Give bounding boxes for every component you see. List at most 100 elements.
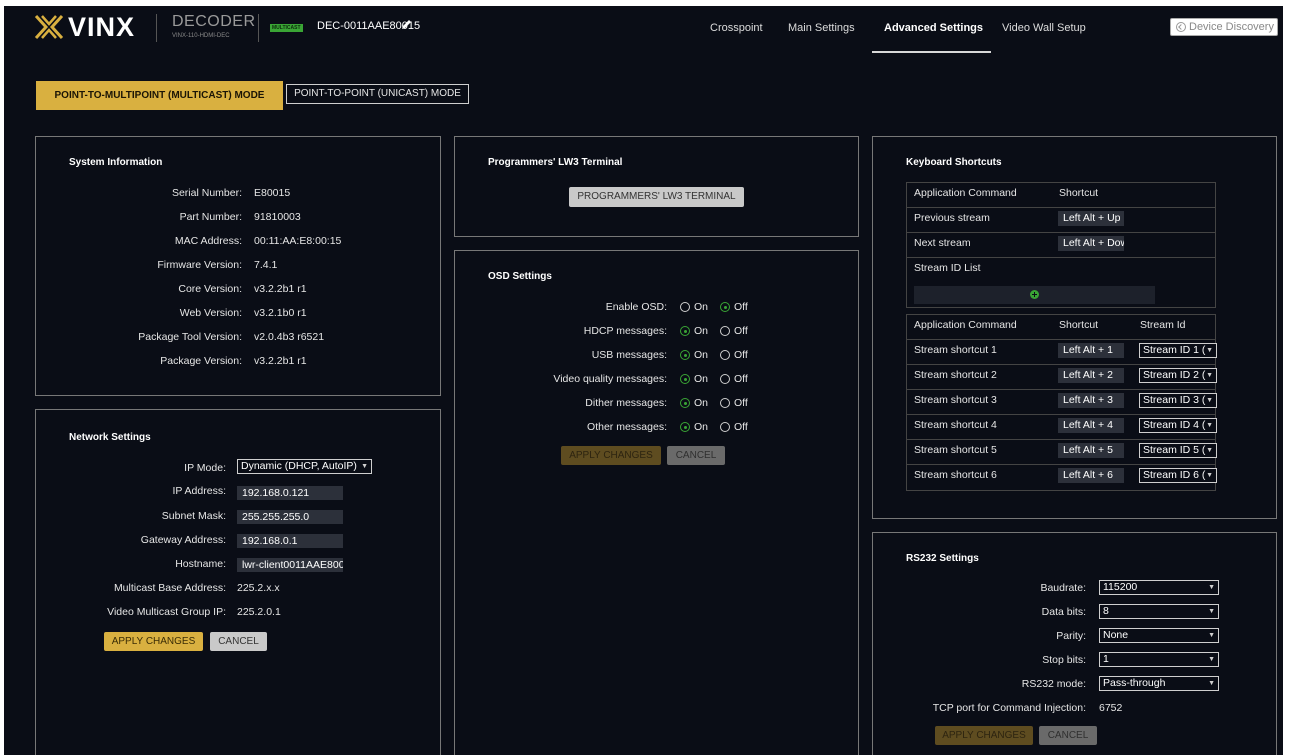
shortcut-input[interactable]: Left Alt + Down: [1058, 236, 1124, 251]
nav-advanced-settings[interactable]: Advanced Settings: [884, 22, 983, 34]
stream-id-select[interactable]: Stream ID 5 (▼: [1139, 443, 1217, 458]
core-version-label: Core Version:: [178, 283, 242, 295]
osd-apply-button[interactable]: APPLY CHANGES: [561, 446, 661, 465]
plus-circle-icon: [1030, 290, 1039, 299]
panel-title: Keyboard Shortcuts: [906, 157, 1002, 168]
shortcut-input[interactable]: Left Alt + 1: [1058, 343, 1124, 358]
radio-checked-icon: [680, 398, 690, 408]
command-label: Stream shortcut 3: [914, 394, 997, 406]
chevron-down-icon: ▼: [1206, 447, 1213, 454]
header-command: Application Command: [914, 319, 1017, 331]
lw3-terminal-button[interactable]: PROGRAMMERS' LW3 TERMINAL: [569, 187, 744, 207]
chevron-down-icon: ▼: [1206, 397, 1213, 404]
radio-checked-icon: [680, 326, 690, 336]
parity-select[interactable]: None ▼: [1099, 628, 1219, 643]
ip-mode-select[interactable]: Dynamic (DHCP, AutoIP) ▼: [237, 459, 372, 474]
firmware-version-label: Firmware Version:: [157, 259, 242, 271]
rs232-mode-select[interactable]: Pass-through ▼: [1099, 676, 1219, 691]
table-row: Stream shortcut 4 Left Alt + 4 Stream ID…: [907, 415, 1217, 440]
shortcut-input[interactable]: Left Alt + Up: [1058, 211, 1124, 226]
ip-address-input[interactable]: 192.168.0.121: [237, 486, 343, 500]
stream-id-select[interactable]: Stream ID 3 (▼: [1139, 393, 1217, 408]
panel-title: OSD Settings: [488, 271, 552, 282]
usb-messages-label: USB messages:: [591, 349, 667, 361]
keyboard-shortcuts-panel: Keyboard Shortcuts Application Command S…: [872, 136, 1277, 519]
back-circle-icon: [1176, 22, 1186, 32]
header-divider: [156, 14, 157, 42]
app-window: VINX DECODER VINX-110-HDMI-DEC MULTICAST…: [4, 6, 1283, 755]
hostname-input[interactable]: lwr-client0011AAE80015: [237, 558, 343, 572]
gateway-address-label: Gateway Address:: [140, 534, 226, 546]
shortcut-input[interactable]: Left Alt + 3: [1058, 393, 1124, 408]
add-stream-button[interactable]: [914, 286, 1155, 304]
baudrate-select[interactable]: 115200 ▼: [1099, 580, 1219, 595]
device-discovery-button[interactable]: Device Discovery: [1170, 18, 1278, 36]
mac-address-value: 00:11:AA:E8:00:15: [254, 235, 342, 247]
enable-osd-label: Enable OSD:: [605, 301, 667, 313]
tab-multicast-mode[interactable]: POINT-TO-MULTIPOINT (MULTICAST) MODE: [36, 81, 283, 110]
header-shortcut: Shortcut: [1059, 319, 1099, 331]
firmware-version-value: 7.4.1: [254, 259, 278, 271]
vinx-logo-icon: [34, 14, 64, 40]
osd-settings-panel: OSD Settings Enable OSD: On Off HDCP mes…: [454, 250, 859, 755]
basic-shortcuts-table: Application Command Shortcut Previous st…: [906, 182, 1216, 308]
radio-icon: [720, 398, 730, 408]
rs232-settings-panel: RS232 Settings Baudrate: 115200 ▼ Data bi…: [872, 532, 1277, 755]
mode-badge: MULTICAST: [270, 24, 303, 32]
web-version-label: Web Version:: [179, 307, 242, 319]
gateway-address-input[interactable]: 192.168.0.1: [237, 534, 343, 548]
nav-main-settings[interactable]: Main Settings: [788, 22, 855, 34]
chevron-down-icon: ▼: [1206, 422, 1213, 429]
top-bar: VINX DECODER VINX-110-HDMI-DEC MULTICAST…: [4, 6, 1283, 53]
part-number-value: 91810003: [254, 211, 301, 223]
shortcut-input[interactable]: Left Alt + 4: [1058, 418, 1124, 433]
subnet-mask-input[interactable]: 255.255.255.0: [237, 510, 343, 524]
rs232-cancel-button[interactable]: CANCEL: [1039, 726, 1097, 745]
hdcp-messages-label: HDCP messages:: [583, 325, 667, 337]
nav-crosspoint[interactable]: Crosspoint: [710, 22, 763, 34]
serial-number-label: Serial Number:: [171, 187, 242, 199]
tcp-port-label: TCP port for Command Injection:: [932, 702, 1086, 714]
network-cancel-button[interactable]: CANCEL: [210, 632, 267, 651]
stream-id-select[interactable]: Stream ID 6 (▼: [1139, 468, 1217, 483]
stream-id-select[interactable]: Stream ID 4 (▼: [1139, 418, 1217, 433]
header-stream-id: Stream Id: [1140, 319, 1186, 331]
table-row: Next stream Left Alt + Down: [907, 233, 1215, 258]
chevron-down-icon: ▼: [1206, 347, 1213, 354]
stop-bits-select[interactable]: 1 ▼: [1099, 652, 1219, 667]
video-multicast-group-label: Video Multicast Group IP:: [107, 606, 226, 618]
chevron-down-icon: ▼: [1208, 584, 1215, 591]
table-row: Stream shortcut 5 Left Alt + 5 Stream ID…: [907, 440, 1217, 465]
system-info-panel: System Information Serial Number: E80015…: [35, 136, 441, 396]
package-version-label: Package Version:: [160, 355, 242, 367]
table-row: Stream ID List: [907, 258, 1215, 308]
hostname-label: Hostname:: [175, 558, 226, 570]
table-row: Stream shortcut 2 Left Alt + 2 Stream ID…: [907, 365, 1217, 390]
tab-unicast-mode[interactable]: POINT-TO-POINT (UNICAST) MODE: [286, 84, 469, 104]
network-apply-button[interactable]: APPLY CHANGES: [104, 632, 203, 651]
stop-bits-label: Stop bits:: [1042, 654, 1086, 666]
shortcut-input[interactable]: Left Alt + 2: [1058, 368, 1124, 383]
table-row: Stream shortcut 3 Left Alt + 3 Stream ID…: [907, 390, 1217, 415]
rs232-apply-button[interactable]: APPLY CHANGES: [935, 726, 1033, 745]
video-multicast-group-value: 225.2.0.1: [237, 606, 281, 618]
stream-id-select[interactable]: Stream ID 2 (▼: [1139, 368, 1217, 383]
shortcut-input[interactable]: Left Alt + 6: [1058, 468, 1124, 483]
multicast-base-value: 225.2.x.x: [237, 582, 280, 594]
radio-checked-icon: [680, 350, 690, 360]
table-row: Stream shortcut 1 Left Alt + 1 Stream ID…: [907, 340, 1217, 365]
video-quality-messages-label: Video quality messages:: [553, 373, 667, 385]
mac-address-label: MAC Address:: [174, 235, 242, 247]
shortcut-input[interactable]: Left Alt + 5: [1058, 443, 1124, 458]
stream-shortcuts-table: Application Command Shortcut Stream Id S…: [906, 314, 1217, 491]
stream-id-select[interactable]: Stream ID 1 (▼: [1139, 343, 1217, 358]
pencil-icon[interactable]: [400, 18, 413, 31]
table-header-row: Application Command Shortcut: [907, 183, 1215, 208]
osd-cancel-button[interactable]: CANCEL: [667, 446, 725, 465]
table-row: Stream shortcut 6 Left Alt + 6 Stream ID…: [907, 465, 1217, 491]
chevron-down-icon: ▼: [361, 463, 368, 470]
serial-number-value: E80015: [254, 187, 291, 199]
baudrate-label: Baudrate:: [1040, 582, 1086, 594]
nav-video-wall-setup[interactable]: Video Wall Setup: [1002, 22, 1086, 34]
data-bits-select[interactable]: 8 ▼: [1099, 604, 1219, 619]
